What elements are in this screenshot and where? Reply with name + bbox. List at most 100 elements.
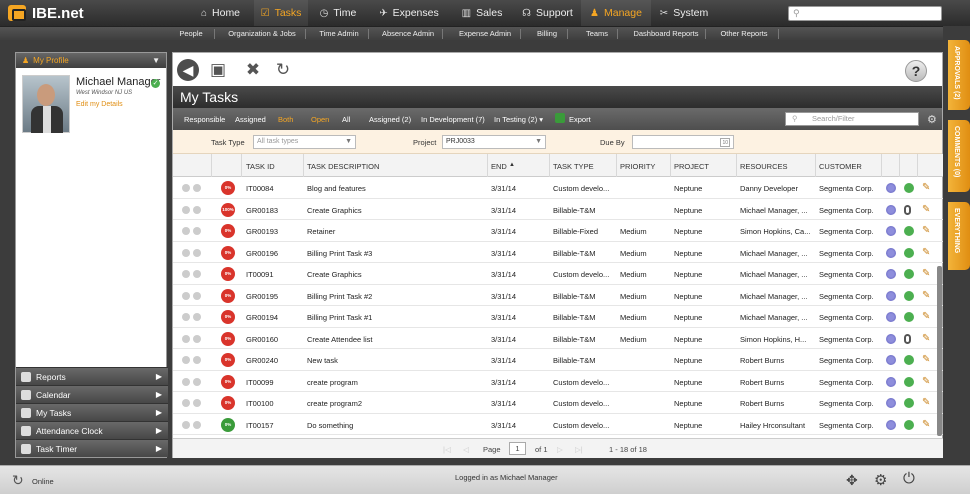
table-row[interactable]: 0% GR00160 Create Attendee list 3/31/14 Bill… <box>173 328 943 349</box>
tab-everything[interactable]: EVERYTHING <box>948 202 970 270</box>
remove-icon[interactable] <box>193 270 201 278</box>
table-row[interactable]: 0% IT00100 create program2 3/31/14 Custom de… <box>173 392 943 414</box>
table-row[interactable]: 0% IT00157 Do something 3/31/14 Custom devel… <box>173 414 943 435</box>
tab-sales[interactable]: ▥ Sales <box>450 0 514 26</box>
due-by-date-input[interactable]: 10 <box>632 135 734 149</box>
subnav-item-billing[interactable]: Billing <box>530 27 564 41</box>
refresh-icon[interactable]: ↻ <box>272 59 294 81</box>
comments-icon[interactable] <box>886 226 896 236</box>
subnav-item-expense-admin[interactable]: Expense Admin <box>453 27 517 41</box>
add-icon[interactable] <box>182 248 190 257</box>
add-icon[interactable] <box>182 184 190 192</box>
edit-pencil-icon[interactable]: ✎ <box>922 247 932 258</box>
subnav-item-absence-admin[interactable]: Absence Admin <box>377 27 439 41</box>
comments-icon[interactable] <box>886 204 896 215</box>
filter-in-testing[interactable]: In Testing (2) ▾ <box>494 115 543 124</box>
add-resource-icon[interactable] <box>904 376 914 387</box>
comments-icon[interactable] <box>886 312 896 322</box>
filter-open[interactable]: Open <box>311 115 329 124</box>
filter-assigned[interactable]: Assigned <box>235 115 266 124</box>
add-icon[interactable] <box>182 227 190 235</box>
gear-icon[interactable]: ⚙ <box>927 113 937 126</box>
save-icon[interactable]: ▣ <box>207 59 229 81</box>
cell-desc[interactable]: Billing Print Task #2 <box>307 292 482 301</box>
remove-icon[interactable] <box>193 291 201 300</box>
comments-icon[interactable] <box>886 398 896 408</box>
first-page-icon[interactable]: |◁ <box>443 445 451 454</box>
subnav-item-other-reports[interactable]: Other Reports <box>713 27 775 41</box>
edit-pencil-icon[interactable]: ✎ <box>922 419 932 430</box>
add-icon[interactable] <box>182 313 190 321</box>
cell-desc[interactable]: create program2 <box>307 399 482 408</box>
subnav-item-dashboard-reports[interactable]: Dashboard Reports <box>630 27 702 41</box>
filter-in-development[interactable]: In Development (7) <box>421 115 485 124</box>
sidebar-item-task-timer[interactable]: Task Timer ▶ <box>16 439 168 457</box>
edit-pencil-icon[interactable]: ✎ <box>922 376 932 387</box>
add-resource-icon[interactable] <box>904 226 914 236</box>
cell-desc[interactable]: Retainer <box>307 227 482 236</box>
subnav-item-organization-jobs[interactable]: Organization & Jobs <box>222 27 302 41</box>
brand-logo[interactable]: IBE.net <box>8 4 84 22</box>
cell-desc[interactable]: Create Graphics <box>307 270 482 279</box>
subnav-item-teams[interactable]: Teams <box>580 27 614 41</box>
edit-pencil-icon[interactable]: ✎ <box>922 312 932 322</box>
comments-icon[interactable] <box>886 419 896 430</box>
search-filter-input[interactable]: ⚲ Search/Filter <box>785 112 919 126</box>
add-resource-icon[interactable] <box>904 419 914 430</box>
page-number-input[interactable]: 1 <box>509 442 526 455</box>
table-row[interactable]: 0% GR00193 Retainer 3/31/14 Billable-Fixed Me… <box>173 220 943 242</box>
tab-expenses[interactable]: ✈ Expenses <box>368 0 450 26</box>
remove-icon[interactable] <box>193 184 201 192</box>
remove-icon[interactable] <box>193 377 201 386</box>
cell-desc[interactable]: Do something <box>307 421 482 430</box>
attachment-icon[interactable] <box>904 333 911 344</box>
settings-gear-icon[interactable]: ⚙ <box>874 471 887 489</box>
add-resource-icon[interactable] <box>904 183 914 193</box>
table-row[interactable]: 0% GR00240 New task 3/31/14 Billable-T&M Nept… <box>173 349 943 371</box>
add-icon[interactable] <box>182 205 190 214</box>
attachment-icon[interactable] <box>904 204 911 215</box>
edit-pencil-icon[interactable]: ✎ <box>922 269 932 279</box>
help-button[interactable]: ? <box>905 60 927 82</box>
add-resource-icon[interactable] <box>904 398 914 408</box>
remove-icon[interactable] <box>193 313 201 321</box>
edit-pencil-icon[interactable]: ✎ <box>922 183 932 193</box>
comments-icon[interactable] <box>886 183 896 193</box>
sidebar-item-calendar[interactable]: Calendar ▶ <box>16 385 168 403</box>
column-header-project[interactable]: PROJECT <box>674 162 709 171</box>
tab-tasks[interactable]: ☑ Tasks <box>254 0 308 26</box>
cell-desc[interactable]: New task <box>307 356 482 365</box>
task-type-select[interactable]: All task types ▼ <box>253 135 356 149</box>
tab-comments[interactable]: COMMENTS (0) <box>948 120 970 192</box>
comments-icon[interactable] <box>886 376 896 387</box>
remove-icon[interactable] <box>193 334 201 343</box>
last-page-icon[interactable]: ▷| <box>575 445 583 454</box>
cell-desc[interactable]: create program <box>307 378 482 387</box>
column-header-priority[interactable]: PRIORITY <box>620 162 655 171</box>
add-resource-icon[interactable] <box>904 312 914 322</box>
filter-assigned-count[interactable]: Assigned (2) <box>369 115 411 124</box>
power-icon[interactable]: ⏻ <box>903 470 915 487</box>
add-resource-icon[interactable] <box>904 290 914 301</box>
edit-pencil-icon[interactable]: ✎ <box>922 226 932 236</box>
filter-both[interactable]: Both <box>278 115 293 124</box>
cell-desc[interactable]: Billing Print Task #3 <box>307 249 482 258</box>
add-resource-icon[interactable] <box>904 247 914 258</box>
cell-desc[interactable]: Billing Print Task #1 <box>307 313 482 322</box>
add-icon[interactable] <box>182 399 190 407</box>
tab-manage[interactable]: ♟ Manage <box>581 0 651 26</box>
column-header-customer[interactable]: CUSTOMER <box>819 162 862 171</box>
tab-system[interactable]: ✂ System <box>651 0 717 26</box>
delete-icon[interactable]: ✖ <box>242 59 264 81</box>
add-icon[interactable] <box>182 420 190 429</box>
sidebar-item-reports[interactable]: Reports ▶ <box>16 367 168 385</box>
sidebar-item-my-tasks[interactable]: My Tasks ▶ <box>16 403 168 421</box>
next-page-icon[interactable]: ▷ <box>557 445 563 454</box>
tab-support[interactable]: ☊ Support <box>514 0 581 26</box>
remove-icon[interactable] <box>193 399 201 407</box>
table-row[interactable]: 0% IT00091 Create Graphics 3/31/14 Custom de… <box>173 263 943 285</box>
remove-icon[interactable] <box>193 356 201 364</box>
add-resource-icon[interactable] <box>904 269 914 279</box>
edit-pencil-icon[interactable]: ✎ <box>922 204 932 215</box>
table-row[interactable]: 0% IT00084 Blog and features 3/31/14 Custom … <box>173 177 943 199</box>
